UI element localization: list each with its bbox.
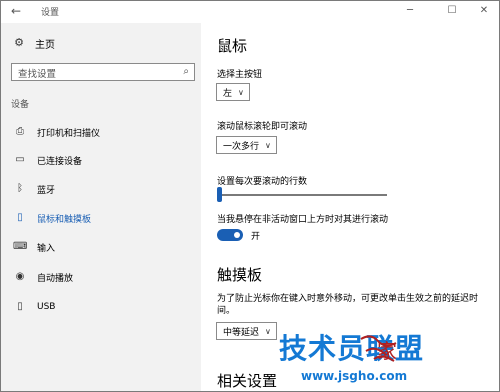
- close-icon[interactable]: ✕: [475, 3, 493, 19]
- bluetooth-icon: ᛒ: [17, 183, 23, 194]
- wheel-scroll-label: 滚动鼠标滚轮即可滚动: [217, 122, 308, 132]
- connected-devices-icon: ▭: [15, 154, 25, 165]
- watermark-url: www.jsgho.com: [301, 369, 408, 383]
- gear-icon: ⚙: [14, 36, 24, 49]
- touchpad-heading: 触摸板: [217, 266, 263, 284]
- sidebar-item-label: 鼠标和触摸板: [37, 214, 92, 225]
- lines-slider-thumb[interactable]: [217, 187, 222, 202]
- primary-button-value: 左: [223, 88, 233, 99]
- sidebar-item-usb[interactable]: ▯ USB: [1, 296, 201, 318]
- sidebar-item-label: 蓝牙: [37, 185, 56, 196]
- inactive-scroll-label: 当我悬停在非活动窗口上方时对其进行滚动: [217, 215, 389, 225]
- usb-icon: ▯: [17, 301, 23, 312]
- home-label: 主页: [35, 39, 55, 51]
- sidebar-item-label: 自动播放: [37, 273, 74, 284]
- touchpad-delay-dropdown[interactable]: 中等延迟 ∨: [216, 322, 277, 340]
- window-title: 设置: [41, 8, 60, 18]
- mouse-heading: 鼠标: [217, 37, 248, 55]
- toggle-knob: [234, 232, 240, 238]
- lines-slider-track[interactable]: [217, 194, 387, 196]
- watermark-brand: 家: [377, 339, 397, 363]
- sidebar-item-label: USB: [37, 302, 56, 312]
- primary-button-label: 选择主按钮: [217, 70, 263, 80]
- title-bar: ← 设置 ─ ☐ ✕: [1, 1, 499, 23]
- sidebar-item-mouse-touchpad[interactable]: ▯ 鼠标和触摸板: [1, 207, 201, 229]
- primary-button-dropdown[interactable]: 左 ∨: [216, 83, 250, 101]
- keyboard-icon: ⌨: [13, 241, 28, 252]
- search-input[interactable]: 查找设置 ⌕: [11, 63, 195, 81]
- search-icon[interactable]: ⌕: [183, 66, 189, 77]
- sidebar-item-label: 打印机和扫描仪: [37, 128, 101, 139]
- settings-window: ← 设置 ─ ☐ ✕ ⚙ 主页 查找设置 ⌕ 设备 ⎙ 打印机和扫描仪 ▭ 已连…: [0, 0, 500, 392]
- toggle-state-label: 开: [251, 232, 261, 242]
- sidebar: ⚙ 主页 查找设置 ⌕ 设备 ⎙ 打印机和扫描仪 ▭ 已连接设备 ᛒ 蓝牙 ▯ …: [1, 23, 201, 391]
- chevron-down-icon: ∨: [265, 326, 271, 336]
- section-label-devices: 设备: [11, 100, 30, 110]
- maximize-icon[interactable]: ☐: [443, 3, 461, 19]
- inactive-scroll-toggle[interactable]: [217, 229, 243, 241]
- lines-to-scroll-label: 设置每次要滚动的行数: [217, 177, 308, 187]
- touchpad-description: 为了防止光标你在键入时意外移动，可更改单击生效之前的延迟时间。: [217, 294, 479, 316]
- autoplay-icon: ◉: [15, 271, 25, 282]
- back-arrow-icon[interactable]: ←: [9, 4, 23, 18]
- search-placeholder: 查找设置: [18, 69, 57, 80]
- chevron-down-icon: ∨: [265, 140, 271, 150]
- sidebar-item-label: 输入: [37, 243, 56, 254]
- wheel-scroll-dropdown[interactable]: 一次多行 ∨: [216, 136, 277, 154]
- sidebar-item-label: 已连接设备: [37, 156, 83, 167]
- touchpad-delay-value: 中等延迟: [223, 327, 260, 338]
- wheel-scroll-value: 一次多行: [223, 141, 260, 152]
- mouse-icon: ▯: [17, 212, 23, 223]
- minimize-icon[interactable]: ─: [401, 3, 419, 19]
- watermark-text: 技术员联盟: [279, 332, 425, 365]
- sidebar-item-autoplay[interactable]: ◉ 自动播放: [1, 266, 201, 288]
- sidebar-item-connected-devices[interactable]: ▭ 已连接设备: [1, 149, 201, 171]
- sidebar-item-typing[interactable]: ⌨ 输入: [1, 236, 201, 258]
- chevron-down-icon: ∨: [238, 87, 244, 97]
- sidebar-item-printers[interactable]: ⎙ 打印机和扫描仪: [1, 121, 201, 143]
- printer-icon: ⎙: [16, 126, 24, 137]
- related-settings-heading: 相关设置: [217, 372, 278, 390]
- sidebar-item-bluetooth[interactable]: ᛒ 蓝牙: [1, 178, 201, 200]
- home-nav-item[interactable]: ⚙ 主页: [13, 35, 55, 51]
